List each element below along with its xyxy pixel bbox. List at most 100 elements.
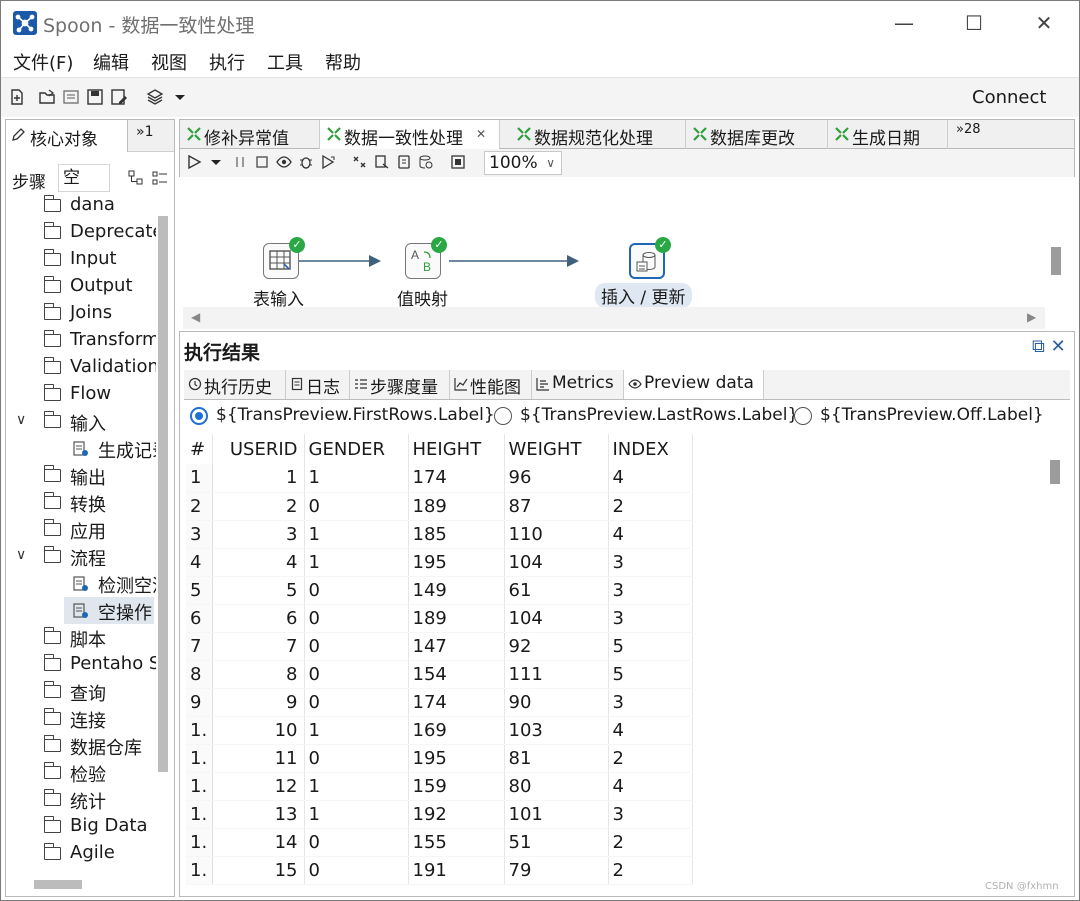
tree-folder-item[interactable]: Flow (6, 381, 156, 408)
collapse-tree-icon[interactable] (128, 170, 144, 186)
tree-step-item[interactable]: 空操作 (6, 597, 156, 624)
tree-folder-item[interactable]: dana (6, 192, 156, 219)
column-header[interactable]: USERID (212, 434, 305, 464)
table-row[interactable]: 1. 12 1 159 80 4 (186, 772, 693, 801)
tree-folder-item[interactable]: 统计 (6, 786, 156, 813)
verify-icon[interactable] (352, 154, 368, 170)
preview-eye-icon[interactable] (276, 154, 292, 170)
tree-step-item[interactable]: 检测空流 (6, 570, 156, 597)
debug-icon[interactable] (298, 154, 314, 170)
save-as-icon[interactable] (110, 88, 128, 106)
tree-folder-item[interactable]: Output (6, 273, 156, 300)
column-header[interactable]: # (186, 434, 213, 464)
scroll-right-icon[interactable]: ▶ (1027, 310, 1036, 324)
impact-icon[interactable] (374, 154, 390, 170)
table-row[interactable]: 3 3 1 185 110 4 (186, 520, 693, 549)
tree-folder-item[interactable]: ∨ 输入 (6, 408, 156, 435)
radio-last-rows[interactable] (494, 407, 512, 425)
column-header[interactable]: WEIGHT (504, 434, 609, 464)
chevron-down-icon[interactable]: ∨ (16, 412, 32, 428)
tab-execution-history[interactable]: 执行历史 (184, 370, 286, 399)
table-row[interactable]: 1. 11 0 195 81 2 (186, 744, 693, 773)
tree-folder-item[interactable]: Input (6, 246, 156, 273)
tab-patch-outliers[interactable]: 修补异常值 (180, 120, 320, 149)
table-row[interactable]: 1. 15 0 191 79 2 (186, 856, 693, 885)
explore-repository-icon[interactable] (62, 88, 80, 106)
radio-off[interactable] (794, 407, 812, 425)
table-row[interactable]: 7 7 0 147 92 5 (186, 632, 693, 661)
radio-first-rows[interactable] (190, 407, 208, 425)
table-row[interactable]: 2 2 0 189 87 2 (186, 492, 693, 521)
new-file-icon[interactable] (8, 88, 26, 106)
column-header[interactable]: HEIGHT (408, 434, 505, 464)
zoom-select[interactable]: 100% ∨ (484, 151, 562, 175)
canvas-vertical-scrollbar[interactable] (1051, 247, 1061, 275)
table-row[interactable]: 1 1 1 174 96 4 (186, 464, 693, 493)
save-icon[interactable] (86, 88, 104, 106)
table-row[interactable]: 1. 13 1 192 101 3 (186, 800, 693, 829)
table-row[interactable]: 8 8 0 154 111 5 (186, 660, 693, 689)
stop-icon[interactable] (254, 154, 270, 170)
chevron-down-icon[interactable]: ∨ (16, 547, 32, 563)
preview-data-grid[interactable]: # USERID GENDER HEIGHT WEIGHT INDEX 1 1 1 174 96 4… (186, 434, 1044, 896)
tree-folder-item[interactable]: Joins (6, 300, 156, 327)
grid-toggle-icon[interactable] (450, 154, 466, 170)
layers-icon[interactable] (146, 88, 164, 106)
canvas-horizontal-scrollbar[interactable]: ◀ ▶ (183, 307, 1045, 329)
popout-icon[interactable]: ⧉ (1032, 336, 1045, 357)
tab-step-metrics[interactable]: 步骤度量 (350, 370, 450, 399)
menu-help[interactable]: 帮助 (325, 49, 361, 75)
tab-data-normalize[interactable]: 数据规范化处理 (510, 120, 686, 149)
close-tab-icon[interactable]: ✕ (476, 127, 486, 141)
close-window-button[interactable]: ✕ (1021, 7, 1067, 39)
doc-tabs-overflow[interactable]: »28 (956, 122, 981, 137)
tree-folder-item[interactable]: Transform (6, 327, 156, 354)
tab-log[interactable]: 日志 (286, 370, 350, 399)
tab-preview-data[interactable]: Preview data (624, 370, 764, 399)
transformation-canvas[interactable]: ✓ 表输入 AB ✓ 值映射 ✓ 插入 / 更新 (183, 177, 1045, 310)
chevron-down-icon[interactable] (171, 88, 189, 106)
tab-performance-graph[interactable]: 性能图 (450, 370, 532, 399)
tab-generate-date[interactable]: 生成日期 (828, 120, 948, 149)
grid-vertical-scrollbar[interactable] (1050, 460, 1060, 484)
menu-edit[interactable]: 编辑 (93, 49, 129, 75)
replay-icon[interactable] (320, 154, 336, 170)
menu-view[interactable]: 视图 (151, 49, 187, 75)
tree-folder-item[interactable]: 转换 (6, 489, 156, 516)
tree-folder-item[interactable]: 查询 (6, 678, 156, 705)
menu-file[interactable]: 文件(F) (13, 49, 73, 75)
open-folder-icon[interactable] (38, 88, 56, 106)
tree-folder-item[interactable]: Big Data (6, 813, 156, 840)
maximize-button[interactable]: ☐ (951, 7, 997, 39)
connect-button[interactable]: Connect (972, 87, 1046, 108)
tree-folder-item[interactable]: 连接 (6, 705, 156, 732)
menu-tools[interactable]: 工具 (267, 49, 303, 75)
sql-icon[interactable] (396, 154, 412, 170)
tree-folder-item[interactable]: 检验 (6, 759, 156, 786)
column-header[interactable]: INDEX (608, 434, 693, 464)
tab-data-consistency[interactable]: 数据一致性处理 ✕ (320, 120, 500, 149)
tree-folder-item[interactable]: Pentaho Server (6, 651, 156, 678)
tree-folder-item[interactable]: Validation (6, 354, 156, 381)
left-tabs-overflow[interactable]: »1 (136, 124, 153, 140)
tree-folder-item[interactable]: Agile (6, 840, 156, 867)
table-row[interactable]: 6 6 0 189 104 3 (186, 604, 693, 633)
tree-step-item[interactable]: 生成记录 (6, 435, 156, 462)
table-row[interactable]: 5 5 0 149 61 3 (186, 576, 693, 605)
expand-tree-icon[interactable] (152, 170, 168, 186)
steps-search-input[interactable]: 空 (58, 164, 110, 192)
minimize-button[interactable]: — (881, 7, 927, 39)
tree-folder-item[interactable]: ∨ 流程 (6, 543, 156, 570)
left-vertical-scrollbar[interactable] (158, 216, 168, 772)
tree-folder-item[interactable]: Deprecated (6, 219, 156, 246)
run-dropdown-icon[interactable] (208, 154, 224, 170)
left-horizontal-scrollbar[interactable] (34, 880, 82, 889)
scroll-left-icon[interactable]: ◀ (191, 310, 200, 324)
close-panel-icon[interactable]: ✕ (1051, 336, 1066, 357)
table-row[interactable]: 4 4 1 195 104 3 (186, 548, 693, 577)
menu-run[interactable]: 执行 (209, 49, 245, 75)
explore-db-icon[interactable] (418, 154, 434, 170)
tree-folder-item[interactable]: 数据仓库 (6, 732, 156, 759)
tab-database-change[interactable]: 数据库更改 (686, 120, 828, 149)
table-row[interactable]: 9 9 0 174 90 3 (186, 688, 693, 717)
